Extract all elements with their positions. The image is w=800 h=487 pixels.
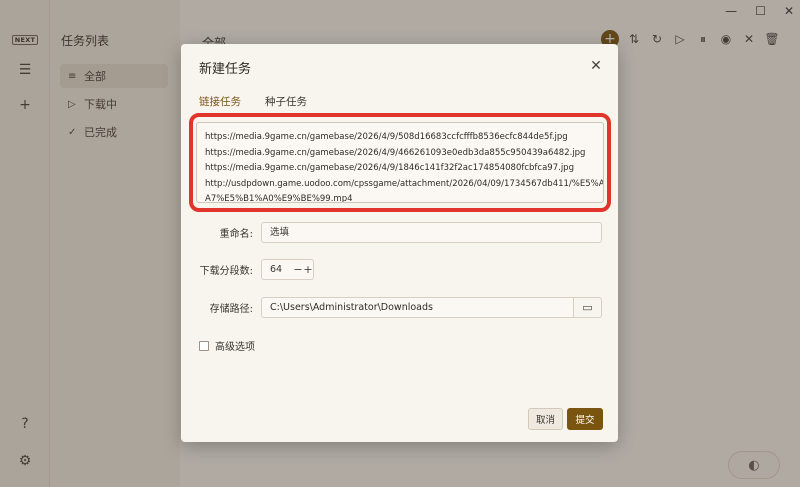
segments-label: 下载分段数: [199,266,253,277]
close-icon[interactable]: ✕ [588,58,604,74]
advanced-options[interactable]: 高级选项 [199,338,255,353]
dialog-title: 新建任务 [199,62,252,77]
path-row: 存储路径: C:\Users\Administrator\Downloads ▭ [181,297,602,318]
rename-label: 重命名: [219,229,253,240]
tab-link-task[interactable]: 链接任务 [199,94,241,115]
rename-input[interactable]: 选填 [261,222,602,243]
segments-row: 下载分段数: 64 − + [181,259,314,280]
highlight-box [189,113,611,212]
tab-torrent-task[interactable]: 种子任务 [265,94,307,115]
advanced-checkbox[interactable] [199,340,209,351]
plus-icon[interactable]: + [303,263,313,276]
path-input[interactable]: C:\Users\Administrator\Downloads [261,297,574,318]
folder-icon[interactable]: ▭ [574,297,602,318]
new-task-dialog: 新建任务 ✕ 链接任务 种子任务 https://media.9game.cn/… [181,44,618,442]
submit-button[interactable]: 提交 [567,408,603,430]
task-type-tabs: 链接任务 种子任务 [199,94,307,115]
segments-stepper[interactable]: 64 − + [261,259,314,280]
rename-row: 重命名: 选填 [181,222,602,243]
minus-icon[interactable]: − [293,263,303,276]
cancel-button[interactable]: 取消 [528,408,563,430]
segments-value: 64 [270,264,283,275]
advanced-label: 高级选项 [215,342,255,353]
path-label: 存储路径: [209,304,253,315]
